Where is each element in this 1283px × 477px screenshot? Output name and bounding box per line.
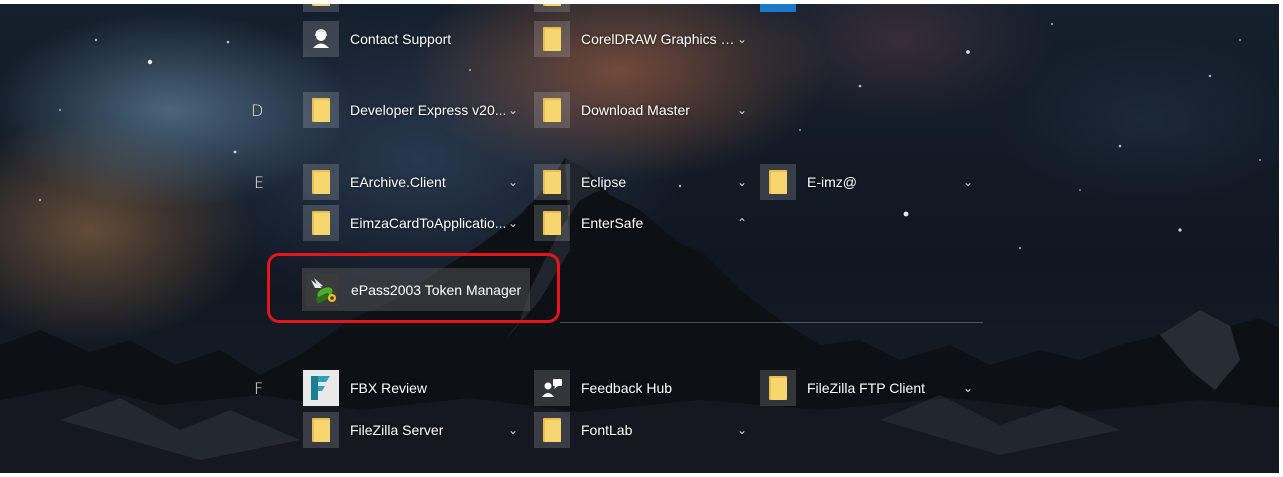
chevron-down-icon[interactable]: ⌄	[963, 175, 973, 189]
group-separator	[560, 322, 983, 323]
chevron-down-icon[interactable]: ⌄	[737, 32, 747, 46]
folder-icon	[534, 92, 570, 128]
chevron-down-icon[interactable]: ⌄	[508, 423, 518, 437]
folder-icon	[303, 92, 339, 128]
screenshot-frame-bottom	[0, 473, 1283, 477]
section-letter-d[interactable]: D	[251, 101, 263, 120]
tile-contact-support[interactable]: Contact Support	[303, 21, 523, 57]
chevron-down-icon[interactable]: ⌄	[737, 175, 747, 189]
folder-icon	[534, 412, 570, 448]
chevron-up-icon[interactable]: ⌃	[737, 216, 747, 230]
tile-filezilla-ftp-client[interactable]: FileZilla FTP Client ⌄	[760, 370, 975, 406]
tile-fbx-review[interactable]: FBX Review	[303, 370, 518, 406]
tile-entersafe[interactable]: EnterSafe ⌃	[534, 205, 749, 241]
tile-download-master[interactable]: Download Master ⌄	[534, 92, 749, 128]
tile-e-imza[interactable]: E-imz@ ⌄	[760, 164, 975, 200]
screenshot-frame-right	[1279, 0, 1283, 477]
chevron-down-icon[interactable]: ⌄	[963, 381, 973, 395]
folder-icon	[760, 164, 796, 200]
tile-label: EArchive.Client	[350, 174, 446, 190]
screenshot-frame-top	[0, 0, 1283, 4]
tile-filezilla-server[interactable]: FileZilla Server ⌄	[303, 412, 518, 448]
tile-developer-express[interactable]: Developer Express v20... ⌄	[303, 92, 518, 128]
tile-label: FontLab	[581, 422, 633, 438]
folder-icon	[303, 205, 339, 241]
tile-eclipse[interactable]: Eclipse ⌄	[534, 164, 749, 200]
tile-label: E-imz@	[807, 174, 857, 190]
tile-label: EnterSafe	[581, 215, 644, 231]
folder-icon	[534, 21, 570, 57]
person-icon	[303, 21, 339, 57]
tile-label: FileZilla Server	[350, 422, 444, 438]
tile-label: Eclipse	[581, 174, 627, 190]
tile-eimzacardtoapplication[interactable]: EimzaCardToApplicatio... ⌄	[303, 205, 518, 241]
tile-label: Feedback Hub	[581, 380, 673, 396]
section-letter-e[interactable]: E	[254, 173, 264, 192]
tile-coreldraw[interactable]: CorelDRAW Graphics S... ⌄	[534, 21, 749, 57]
chevron-down-icon[interactable]: ⌄	[737, 423, 747, 437]
highlight-ring	[267, 253, 560, 323]
chevron-down-icon[interactable]: ⌄	[508, 103, 518, 117]
tile-label: Contact Support	[350, 31, 452, 47]
folder-icon	[534, 164, 570, 200]
tile-label: Developer Express v20...	[350, 102, 507, 118]
tile-label: CorelDRAW Graphics S...	[581, 31, 737, 47]
folder-icon	[534, 205, 570, 241]
tile-feedback-hub[interactable]: Feedback Hub	[534, 370, 749, 406]
folder-icon	[760, 370, 796, 406]
tile-earchive-client[interactable]: EArchive.Client ⌄	[303, 164, 518, 200]
tile-fontlab[interactable]: FontLab ⌄	[534, 412, 749, 448]
chevron-down-icon[interactable]: ⌄	[508, 216, 518, 230]
chevron-down-icon[interactable]: ⌄	[737, 103, 747, 117]
tile-label: EimzaCardToApplicatio...	[350, 215, 507, 231]
tile-label: FileZilla FTP Client	[807, 380, 925, 396]
chevron-down-icon[interactable]: ⌄	[508, 175, 518, 189]
fbx-review-icon	[303, 370, 339, 406]
feedback-hub-icon	[534, 370, 570, 406]
folder-icon	[303, 164, 339, 200]
tile-label: Download Master	[581, 102, 690, 118]
section-letter-f[interactable]: F	[254, 379, 263, 398]
folder-icon	[303, 412, 339, 448]
tile-label: FBX Review	[350, 380, 428, 396]
